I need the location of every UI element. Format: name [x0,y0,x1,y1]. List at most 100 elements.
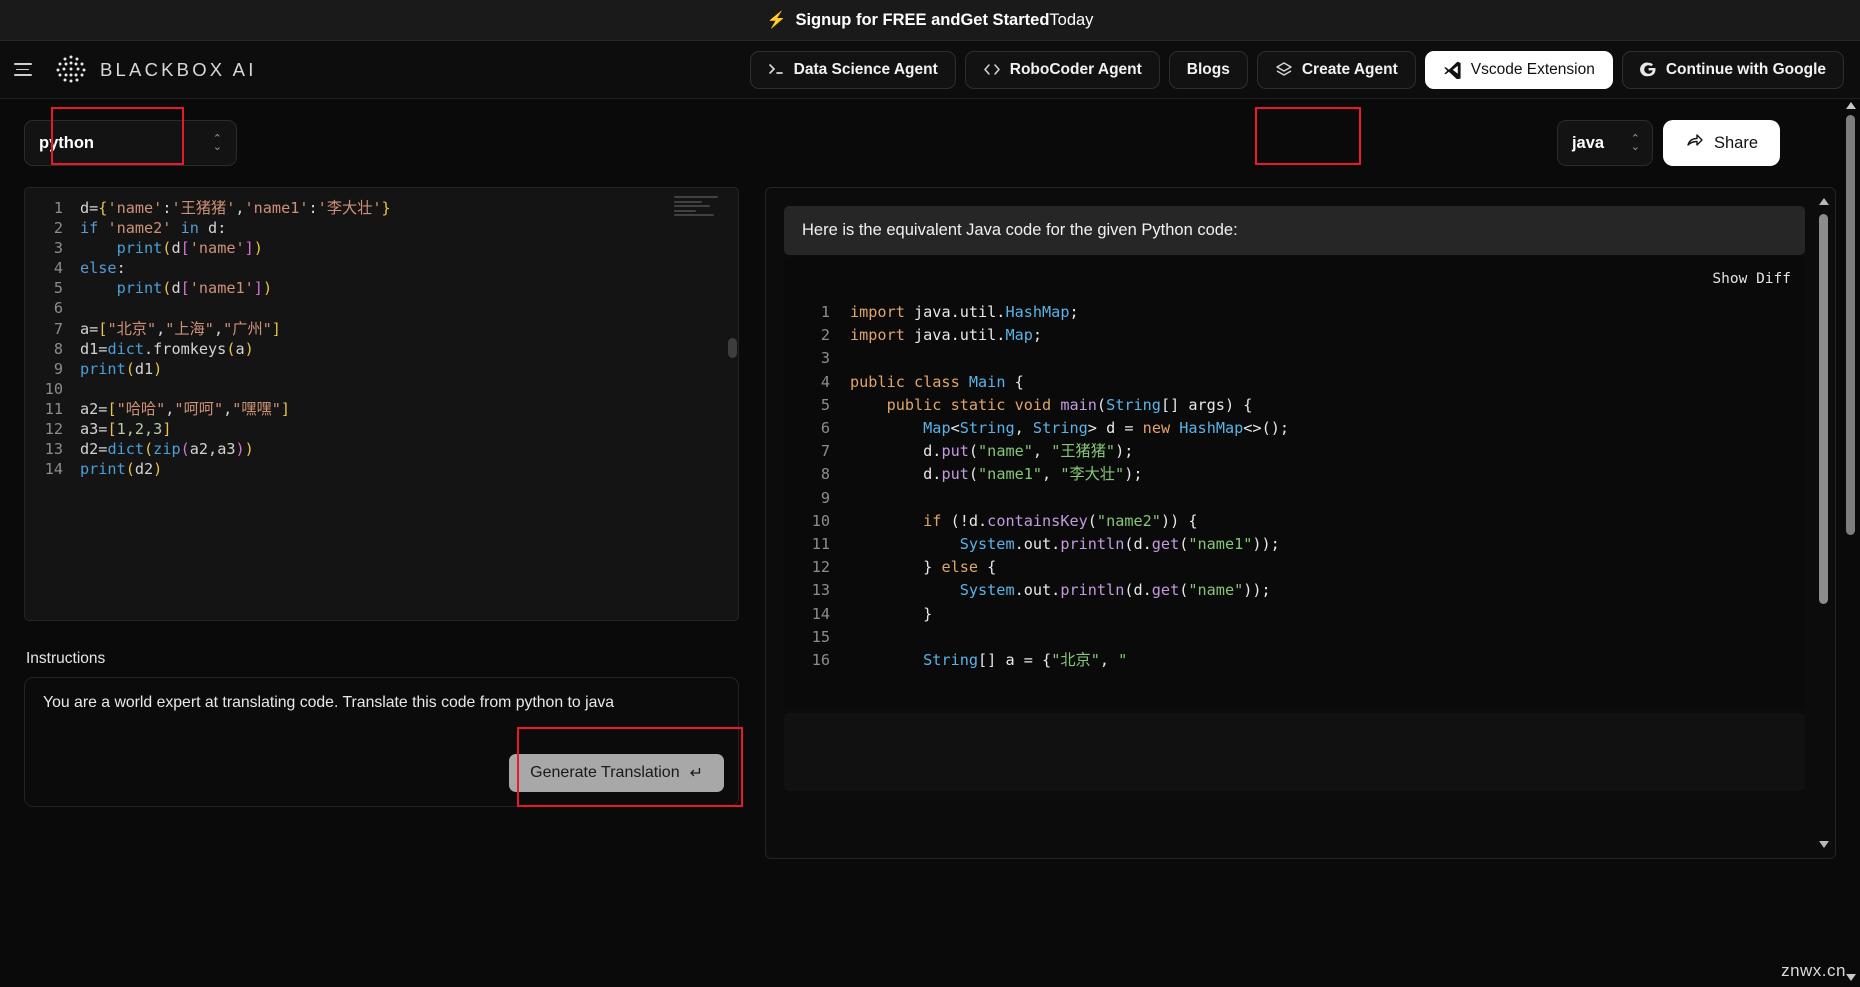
line-number: 1 [53,199,63,217]
line-number: 7 [820,442,830,461]
code-line: 8 d1=dict.fromkeys(a) [25,339,738,359]
code-line-text: print(d2) [80,460,163,479]
line-number: 3 [820,349,830,368]
code-line-text: d2=dict(zip(a2,a3)) [80,440,254,459]
nav-create-agent[interactable]: Create Agent [1256,50,1416,89]
editor-minimap[interactable] [674,196,724,232]
instructions-input-box[interactable]: You are a world expert at translating co… [24,677,739,807]
code-line: 1 d={'name':'王猪猪','name1':'李大壮'} [25,198,738,218]
java-code-lines: 1 import java.util.HashMap; 2 import java.u… [784,301,1805,672]
line-number: 4 [820,372,830,391]
nav-label: Blogs [1186,60,1230,78]
code-line: 14 print(d2) [25,459,738,479]
answer-intro-text: Here is the equivalent Java code for the… [784,206,1805,255]
promo-banner[interactable]: ⚡ Signup for FREE and Get Started Today [0,0,1860,41]
code-line-text: System.out.println(d.get("name1")); [959,535,1280,554]
code-line-text: } else { [850,558,997,577]
code-line-text: else: [80,259,126,278]
code-line-text: } [850,604,933,623]
code-line-text: d.put("name", "王猪猪"); [850,442,1134,461]
editor-output-panes: 1 d={'name':'王猪猪','name1':'李大壮'} 2 if 'name… [24,187,1836,859]
code-line: 15 [784,626,1805,649]
code-line: 16 String[] a = {"北京", " [784,649,1805,672]
code-line-text: a=["北京","上海","广州"] [80,319,281,338]
target-language-select[interactable]: java ⌃ ⌄ [1556,120,1653,166]
nav-label: Continue with Google [1665,60,1826,78]
code-line: 9 [784,487,1805,510]
python-code-editor[interactable]: 1 d={'name':'王猪猪','name1':'李大壮'} 2 if 'name… [24,187,739,621]
line-number: 12 [44,420,63,439]
line-number: 14 [44,460,63,479]
promo-text-primary: Signup for FREE and [795,10,961,29]
code-line: 14 } [784,603,1805,626]
page-scrollbar-thumb[interactable] [1846,115,1855,535]
line-number: 14 [811,604,830,623]
nav-vscode-extension[interactable]: Vscode Extension [1424,50,1613,89]
code-line: 5 public static void main(String[] args)… [784,394,1805,417]
translated-output-pane: Here is the equivalent Java code for the… [765,187,1836,859]
editor-scrollbar-thumb[interactable] [728,338,737,358]
watermark: znwx.cn [1781,961,1846,980]
code-line-text: String[] a = {"北京", " [923,651,1128,670]
line-number: 15 [811,627,830,646]
code-line: 10 if (!d.containsKey("name2")) { [784,510,1805,533]
hamburger-menu-icon[interactable] [14,57,40,83]
code-line: 7 a=["北京","上海","广州"] [25,319,738,339]
line-number: 3 [53,239,63,258]
layers-icon [1275,61,1293,79]
nav-label: Vscode Extension [1470,60,1595,78]
line-number: 9 [820,488,830,507]
code-line-text: if (!d.containsKey("name2")) { [923,511,1198,530]
page-scroll-down-arrow-icon[interactable] [1845,974,1856,981]
line-number: 10 [811,511,830,530]
instructions-label: Instructions [26,650,106,667]
nav-continue-with-google[interactable]: Continue with Google [1621,50,1844,89]
code-line: 2 if 'name2' in d: [25,218,738,238]
toolbar-right-group: java ⌃ ⌄ Share [1556,120,1836,166]
source-language-value: python [39,133,94,152]
line-number: 9 [53,359,63,378]
code-line-text: import java.util.HashMap; [850,303,1079,321]
output-footer-area [784,713,1805,791]
code-line-text: System.out.println(d.get("name")); [959,581,1271,600]
output-scrollbar[interactable] [1818,198,1829,848]
line-number: 2 [53,219,63,238]
code-line-text: d={'name':'王猪猪','name1':'李大壮'} [80,199,391,217]
line-number: 11 [44,399,63,418]
java-code-block: Show Diff 1 import java.util.HashMap; 2 imp… [784,257,1805,709]
page-scroll-up-arrow-icon[interactable] [1845,102,1856,109]
code-line: 12 a3=[1,2,3] [25,419,738,439]
page-scrollbar[interactable] [1844,99,1857,987]
code-tags-icon [983,61,1001,78]
scroll-up-arrow-icon[interactable] [1818,198,1829,205]
code-line: 13 System.out.println(d.get("name")); [784,579,1805,602]
translator-workspace: python ⌃ ⌄ java ⌃ ⌄ Share 1 d={'name':'王… [0,99,1860,987]
line-number: 8 [820,465,830,484]
java-output-panel: Here is the equivalent Java code for the… [765,187,1836,859]
line-number: 13 [811,581,830,600]
share-label: Share [1713,133,1758,152]
line-number: 10 [44,379,63,398]
return-key-icon: ↵ [689,765,703,782]
output-scrollbar-thumb[interactable] [1819,214,1828,604]
source-language-select[interactable]: python ⌃ ⌄ [24,120,237,166]
code-line: 6 [25,298,738,318]
scroll-down-arrow-icon[interactable] [1818,841,1829,848]
chevron-up-down-icon: ⌃ ⌄ [1630,133,1640,153]
target-language-value: java [1571,133,1605,152]
code-line-text: public class Main { [850,372,1024,391]
code-line: 7 d.put("name", "王猪猪"); [784,440,1805,463]
brand-logo-group[interactable]: BLACKBOX AI [54,53,257,87]
show-diff-button[interactable]: Show Diff [784,267,1805,301]
generate-translation-button[interactable]: Generate Translation ↵ [509,754,724,792]
share-button[interactable]: Share [1662,120,1780,166]
line-number: 6 [820,419,830,438]
instructions-value: You are a world expert at translating co… [43,694,615,711]
code-line-text: print(d['name']) [116,239,263,258]
nav-data-science-agent[interactable]: Data Science Agent [749,50,956,89]
nav-blogs[interactable]: Blogs [1168,50,1248,89]
nav-robocoder-agent[interactable]: RoboCoder Agent [964,50,1160,89]
line-number: 5 [53,279,63,298]
